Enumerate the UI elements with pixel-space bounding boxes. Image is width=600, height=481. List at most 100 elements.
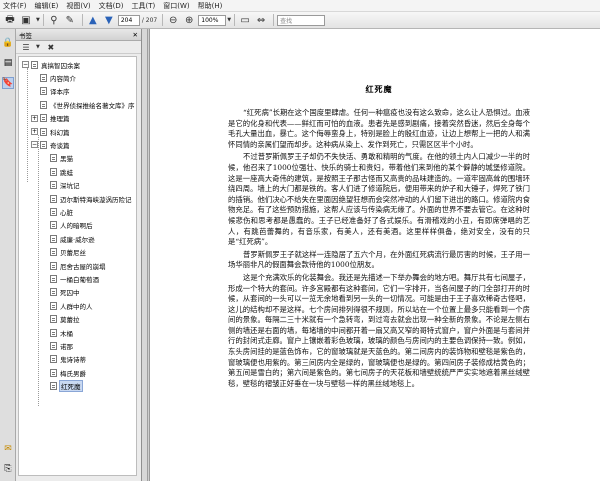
save-icon[interactable]: ▣ [19,14,33,27]
bookmark-tree[interactable]: − 真搞智囚余案内容简介译本序《世界侦探推绘名著文库》序 + 推理篇 + 科幻篇 − 奇谈篇黑… [18,56,137,476]
bookmark-item[interactable]: 厄舍古屋的崩塌 [41,260,106,271]
chevron-down-icon[interactable]: ▼ [36,17,40,23]
delete-icon[interactable]: ✖ [44,41,58,54]
tree-line [38,135,39,406]
close-icon[interactable]: ✕ [133,31,138,39]
bookmark-label: 迈尔斯特海峡漩涡历险记 [60,195,132,204]
document-viewer[interactable]: 红死魔 “红死病”长期在这个国度里肆虐。任何一种瘟疫也没有这么致命，这么让人恐惧… [148,29,600,481]
bookmark-item[interactable]: 梅氏男爵 [41,367,86,378]
bookmark-page-icon [50,194,57,203]
bookmarks-icon[interactable]: 🔖 [2,77,14,89]
attach-icon[interactable]: ⚲ [47,14,61,27]
bookmark-item[interactable]: − 奇谈篇 [31,139,70,150]
bookmark-page-icon [40,87,47,96]
attachments-icon[interactable]: ⎘ [2,463,14,475]
bookmark-item[interactable]: 人群中的人 [41,300,93,311]
bookmark-label: 《世界侦探推绘名著文库》序 [50,101,135,110]
chevron-down-icon[interactable]: ▼ [227,17,231,23]
comments-icon[interactable]: ✉ [2,443,14,455]
menu-edit[interactable]: 编辑(E) [35,1,59,11]
page-number-input[interactable]: 204 [117,14,140,26]
bookmarks-panel: 书签 ✕ ☰ ▼ ✖ − 真搞智囚余案内容简介译本序《世界侦探推绘名著文库》序 + 推… [16,29,142,481]
bookmark-page-icon [40,140,47,149]
bookmark-item[interactable]: + 推理篇 [31,113,70,124]
bookmark-item[interactable]: 红死魔 [41,380,83,393]
previous-page-icon[interactable]: ▲ [86,14,100,27]
menu-bar: 文件(F) 编辑(E) 视图(V) 文档(D) 工具(T) 窗口(W) 帮助(H… [0,0,600,12]
paragraph: 不过普罗斯佩罗王子却仍不失快活、勇敢和精明的气度。在他的领土内人口减少一半的时候… [228,152,530,247]
toolbar: 🖶 ▣ ▼ ⚲ ✎ ▲ ▼ 204 / 207 ⊖ ⊕ 100% ▼ ▭ ⇔ 查… [0,12,600,29]
menu-window[interactable]: 窗口(W) [163,1,189,11]
collapse-icon[interactable]: − [22,61,29,68]
zoom-input[interactable]: 100% [198,14,227,26]
bookmark-item[interactable]: 深坑记 [41,180,80,191]
bookmark-item[interactable]: 译本序 [31,86,70,97]
menu-view[interactable]: 视图(V) [66,1,90,11]
bookmark-label: 莫蕾拉 [60,316,80,325]
bookmark-item[interactable]: 莫蕾拉 [41,314,80,325]
bookmark-item[interactable]: − 真搞智囚余案 [22,59,80,70]
page-title: 红死魔 [365,84,393,94]
bookmark-options-icon[interactable]: ☰ [19,41,33,54]
bookmark-page-icon [50,328,57,337]
bookmark-item[interactable]: 威廉·威尔逊 [41,233,95,244]
menu-document[interactable]: 文档(D) [99,1,124,11]
bookmark-label: 诺那 [60,342,73,351]
bookmark-label: 人的暗啊后 [60,222,93,231]
bookmark-item[interactable]: 一桶白葡萄酒 [41,273,99,284]
bookmark-label: 厄舍古屋的崩塌 [60,262,106,271]
bookmark-page-icon [50,221,57,230]
expand-icon[interactable]: + [31,128,38,135]
bookmark-page-icon [50,341,57,350]
bookmark-item[interactable]: + 科幻篇 [31,126,70,137]
bookmark-page-icon [40,100,47,109]
menu-help[interactable]: 帮助(H) [198,1,223,11]
bookmark-page-icon [50,301,57,310]
expand-icon[interactable]: + [31,114,38,122]
lock-icon[interactable]: 🔒 [2,37,14,49]
next-page-icon[interactable]: ▼ [102,14,116,27]
bookmark-item[interactable]: 内容简介 [31,72,76,83]
paragraph: 普罗斯佩罗王子就这样一连隐居了五六个月，在外面红死病流行最厉害的时候，王子用一场… [228,249,530,270]
bookmark-item[interactable]: 鬼诗诗蒂 [41,354,86,365]
bookmark-page-icon [50,154,57,163]
bookmark-label: 鬼诗诗蒂 [60,356,86,365]
bookmarks-title: 书签 [19,31,32,40]
toolbar-separator [42,14,44,26]
bookmark-item[interactable]: 迈尔斯特海峡漩涡历险记 [41,193,132,204]
menu-file[interactable]: 文件(F) [3,1,27,11]
search-input[interactable]: 查找 [277,14,326,26]
bookmark-item[interactable]: 木桶 [41,327,73,338]
print-icon[interactable]: 🖶 [3,14,17,27]
zoom-in-icon[interactable]: ⊕ [182,14,196,27]
zoom-out-icon[interactable]: ⊖ [166,14,180,27]
bookmark-item[interactable]: 人的暗啊后 [41,220,93,231]
bookmark-item[interactable]: 心脏 [41,206,73,217]
bookmark-item[interactable]: 《世界侦探推绘名著文库》序 [31,99,135,110]
bookmark-item[interactable]: 黑猫 [41,153,73,164]
bookmark-page-icon [50,315,57,324]
pages-icon[interactable]: ▤ [2,57,14,69]
comment-icon[interactable]: ✎ [63,14,77,27]
paragraph: 这是个充满欢乐的化装舞会。我还是先描述一下举办舞会的地方吧。舞厅共有七间屋子，形… [228,272,530,388]
bookmark-page-icon [50,248,57,257]
bookmark-label: 跳蛙 [60,168,73,177]
bookmark-label: 真搞智囚余案 [41,61,80,70]
paragraph: “红死病”长期在这个国度里肆虐。任何一种瘟疫也没有这么致命，这么让人恐惧过。血液… [228,108,530,149]
bookmark-page-icon [50,368,57,377]
navigation-rail: 🔒 ▤ 🔖 ✉ ⎘ [0,29,16,481]
document-page: 红死魔 “红死病”长期在这个国度里肆虐。任何一种瘟疫也没有这么致命，这么让人恐惧… [149,29,600,481]
fit-width-icon[interactable]: ⇔ [254,14,268,27]
bookmark-item[interactable]: 诺那 [41,340,73,351]
menu-tools[interactable]: 工具(T) [132,1,156,11]
bookmark-label: 木桶 [60,329,73,338]
bookmark-item[interactable]: 死囚中 [41,287,80,298]
bookmark-page-icon [50,181,57,190]
fit-page-icon[interactable]: ▭ [238,14,252,27]
collapse-icon[interactable]: − [31,141,38,149]
bookmark-item[interactable]: 贝蕾尼丝 [41,247,86,258]
bookmark-item[interactable]: 跳蛙 [41,166,73,177]
bookmark-page-icon [40,127,47,136]
chevron-down-icon[interactable]: ▼ [36,44,40,50]
bookmark-page-icon [50,355,57,364]
